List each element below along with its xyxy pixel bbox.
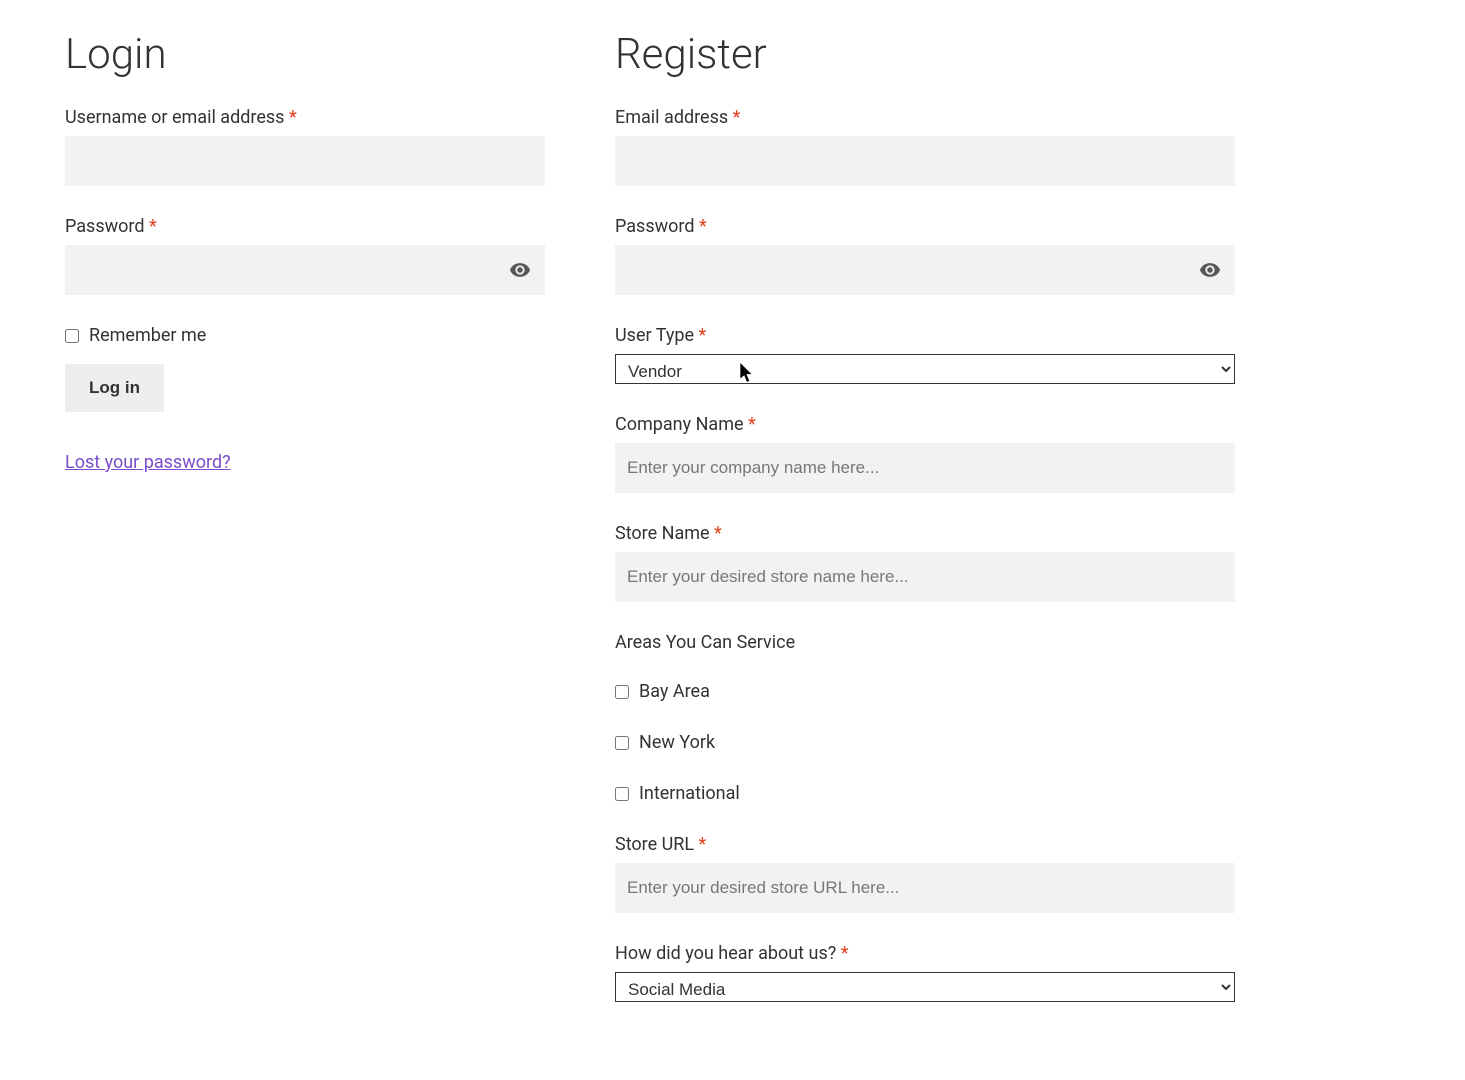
area-option-label: International bbox=[639, 783, 740, 804]
area-option-label: New York bbox=[639, 732, 715, 753]
area-bay-area-checkbox[interactable] bbox=[615, 685, 629, 699]
login-username-input[interactable] bbox=[65, 136, 545, 186]
area-option-label: Bay Area bbox=[639, 681, 710, 702]
register-column: Register Email address * Password * User… bbox=[615, 30, 1235, 1002]
remember-me-label: Remember me bbox=[89, 325, 206, 346]
hear-about-select[interactable]: Social Media bbox=[615, 972, 1235, 1002]
register-email-input[interactable] bbox=[615, 136, 1235, 186]
store-url-input[interactable] bbox=[615, 863, 1235, 913]
remember-me-checkbox[interactable] bbox=[65, 329, 79, 343]
company-name-input[interactable] bbox=[615, 443, 1235, 493]
login-password-input[interactable] bbox=[65, 245, 545, 295]
company-name-label: Company Name * bbox=[615, 414, 1235, 435]
user-type-label: User Type * bbox=[615, 325, 1235, 346]
lost-password-link[interactable]: Lost your password? bbox=[65, 452, 231, 473]
areas-service-label: Areas You Can Service bbox=[615, 632, 1235, 653]
register-password-label: Password * bbox=[615, 216, 1235, 237]
login-column: Login Username or email address * Passwo… bbox=[65, 30, 545, 1002]
eye-icon[interactable] bbox=[509, 259, 531, 281]
store-url-label: Store URL * bbox=[615, 834, 1235, 855]
register-email-label: Email address * bbox=[615, 107, 1235, 128]
login-password-label: Password * bbox=[65, 216, 545, 237]
login-button[interactable]: Log in bbox=[65, 364, 164, 412]
user-type-select[interactable]: Vendor bbox=[615, 354, 1235, 384]
register-title: Register bbox=[615, 30, 1235, 79]
hear-about-label: How did you hear about us? * bbox=[615, 943, 1235, 964]
login-title: Login bbox=[65, 30, 545, 79]
register-password-input[interactable] bbox=[615, 245, 1235, 295]
area-international-checkbox[interactable] bbox=[615, 787, 629, 801]
store-name-input[interactable] bbox=[615, 552, 1235, 602]
area-new-york-checkbox[interactable] bbox=[615, 736, 629, 750]
eye-icon[interactable] bbox=[1199, 259, 1221, 281]
store-name-label: Store Name * bbox=[615, 523, 1235, 544]
login-username-label: Username or email address * bbox=[65, 107, 545, 128]
